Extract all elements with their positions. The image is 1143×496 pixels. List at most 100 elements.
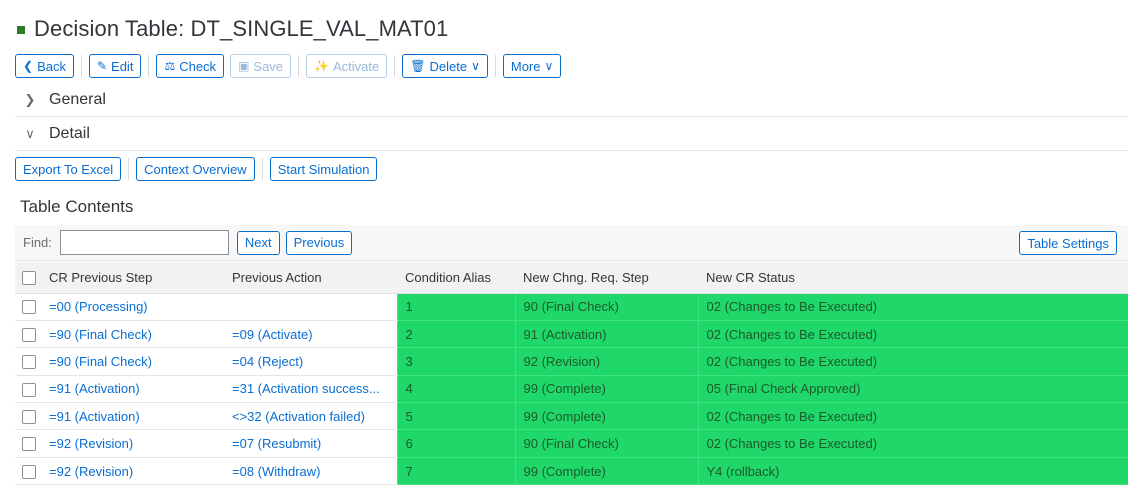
toolbar-separator [298, 55, 300, 77]
table-row[interactable]: =91 (Activation) =31 (Activation success… [15, 375, 1128, 404]
page-header: Decision Table: DT_SINGLE_VAL_MAT01 [17, 12, 448, 46]
new-change-request-step-cell[interactable]: 92 (Revision) [514, 347, 698, 376]
row-select-cell [15, 402, 41, 431]
cr-previous-step-cell[interactable]: =00 (Processing) [41, 293, 224, 321]
new-cr-status-cell[interactable]: Y4 (rollback) [697, 457, 1128, 486]
condition-alias-cell[interactable]: 4 [396, 375, 515, 404]
condition-alias-cell[interactable]: 7 [396, 457, 515, 486]
previous-action-cell[interactable]: =04 (Reject) [224, 347, 397, 376]
find-label: Find: [23, 235, 52, 250]
new-cr-status-cell[interactable]: 02 (Changes to Be Executed) [697, 402, 1128, 431]
check-label: Check [179, 58, 217, 74]
chevron-right-icon: ❯ [24, 92, 36, 107]
table-row[interactable]: =92 (Revision) =07 (Resubmit) 6 90 (Fina… [15, 429, 1128, 458]
table-row[interactable]: =91 (Activation) <>32 (Activation failed… [15, 402, 1128, 431]
chevron-down-icon: ∨ [471, 59, 480, 73]
back-label: Back [37, 58, 66, 74]
column-header[interactable]: New Chng. Req. Step [515, 262, 698, 294]
new-change-request-step-cell[interactable]: 99 (Complete) [514, 457, 698, 486]
table-row[interactable]: =00 (Processing) 1 90 (Final Check) 02 (… [15, 293, 1128, 321]
previous-button[interactable]: Previous [285, 230, 353, 255]
row-select-cell [15, 429, 41, 458]
new-change-request-step-cell[interactable]: 90 (Final Check) [514, 293, 698, 321]
row-select-cell [15, 375, 41, 404]
find-input[interactable] [59, 230, 229, 255]
cr-previous-step-cell[interactable]: =92 (Revision) [41, 429, 224, 458]
previous-action-cell[interactable]: =08 (Withdraw) [224, 457, 397, 486]
condition-alias-cell[interactable]: 1 [396, 293, 515, 321]
new-change-request-step-cell[interactable]: 91 (Activation) [514, 320, 698, 349]
previous-action-cell[interactable]: =31 (Activation success... [224, 375, 397, 404]
new-cr-status-cell[interactable]: 02 (Changes to Be Executed) [697, 347, 1128, 376]
condition-alias-cell[interactable]: 3 [396, 347, 515, 376]
condition-alias-cell[interactable]: 6 [396, 429, 515, 458]
edit-label: Edit [111, 58, 134, 74]
previous-action-cell[interactable] [224, 293, 397, 321]
chevron-down-icon: ∨ [25, 126, 35, 141]
row-checkbox[interactable] [22, 327, 36, 342]
column-header[interactable]: Condition Alias [397, 262, 515, 294]
delete-button[interactable]: 🗑 Delete ∨ [402, 54, 488, 78]
detail-actions: Export To Excel Context Overview Start S… [15, 157, 378, 181]
table-row[interactable]: =90 (Final Check) =09 (Activate) 2 91 (A… [15, 320, 1128, 349]
table-row[interactable]: =90 (Final Check) =04 (Reject) 3 92 (Rev… [15, 347, 1128, 376]
table-row[interactable]: =92 (Revision) =08 (Withdraw) 7 99 (Comp… [15, 457, 1128, 486]
row-checkbox[interactable] [22, 355, 36, 370]
panel-general-label: General [49, 91, 106, 108]
row-checkbox[interactable] [22, 437, 36, 452]
toolbar-separator [494, 55, 496, 77]
new-change-request-step-cell[interactable]: 90 (Final Check) [514, 429, 698, 458]
cr-previous-step-cell[interactable]: =92 (Revision) [41, 457, 224, 486]
page-title: Decision Table: DT_SINGLE_VAL_MAT01 [34, 16, 449, 41]
condition-alias-cell[interactable]: 2 [396, 320, 515, 349]
start-simulation-button[interactable]: Start Simulation [269, 157, 378, 181]
cr-previous-step-cell[interactable]: =90 (Final Check) [41, 320, 224, 349]
new-cr-status-cell[interactable]: 02 (Changes to Be Executed) [697, 429, 1128, 458]
divider [15, 150, 1128, 151]
row-checkbox[interactable] [22, 410, 36, 425]
edit-button[interactable]: ✎ Edit [88, 54, 142, 78]
row-select-cell [15, 320, 41, 349]
select-all-checkbox[interactable] [22, 271, 36, 286]
more-button[interactable]: More ∨ [502, 54, 562, 78]
activate-button[interactable]: ✨ Activate [306, 54, 388, 78]
table-settings-button[interactable]: Table Settings [1019, 231, 1117, 255]
next-button[interactable]: Next [236, 230, 280, 255]
status-marker-icon [17, 26, 25, 34]
row-checkbox[interactable] [22, 464, 36, 479]
row-checkbox[interactable] [22, 382, 36, 397]
cr-previous-step-cell[interactable]: =91 (Activation) [41, 375, 224, 404]
condition-alias-cell[interactable]: 5 [396, 402, 515, 431]
back-button[interactable]: ❮ Back [15, 54, 74, 78]
row-checkbox[interactable] [22, 300, 36, 315]
new-change-request-step-cell[interactable]: 99 (Complete) [514, 375, 698, 404]
cr-previous-step-cell[interactable]: =91 (Activation) [41, 402, 224, 431]
previous-action-cell[interactable]: =09 (Activate) [224, 320, 397, 349]
toolbar-separator [148, 55, 150, 77]
column-header[interactable]: CR Previous Step [41, 262, 224, 294]
check-button[interactable]: ⚖ Check [156, 54, 225, 78]
row-select-cell [15, 457, 41, 486]
new-cr-status-cell[interactable]: 05 (Final Check Approved) [697, 375, 1128, 404]
context-overview-button[interactable]: Context Overview [136, 157, 255, 181]
find-bar: Find: Next Previous Table Settings [15, 225, 1128, 261]
previous-action-cell[interactable]: =07 (Resubmit) [224, 429, 397, 458]
toolbar-separator [128, 158, 130, 180]
panel-detail-label: Detail [49, 125, 90, 142]
chevron-down-icon: ∨ [544, 59, 554, 73]
previous-action-cell[interactable]: <>32 (Activation failed) [224, 402, 397, 431]
toolbar-separator [80, 55, 82, 77]
new-change-request-step-cell[interactable]: 99 (Complete) [514, 402, 698, 431]
new-cr-status-cell[interactable]: 02 (Changes to Be Executed) [697, 293, 1128, 321]
column-header[interactable]: Previous Action [224, 262, 397, 294]
save-icon: ▣ [238, 59, 250, 73]
select-all-cell [15, 262, 41, 294]
cr-previous-step-cell[interactable]: =90 (Final Check) [41, 347, 224, 376]
new-cr-status-cell[interactable]: 02 (Changes to Be Executed) [697, 320, 1128, 349]
panel-detail[interactable]: ∨ Detail [15, 118, 1128, 150]
column-header[interactable]: New CR Status [698, 262, 1128, 294]
export-to-excel-button[interactable]: Export To Excel [15, 157, 122, 181]
pencil-icon: ✎ [96, 59, 108, 73]
panel-general[interactable]: ❯ General [15, 84, 1128, 116]
save-button[interactable]: ▣ Save [230, 54, 292, 78]
